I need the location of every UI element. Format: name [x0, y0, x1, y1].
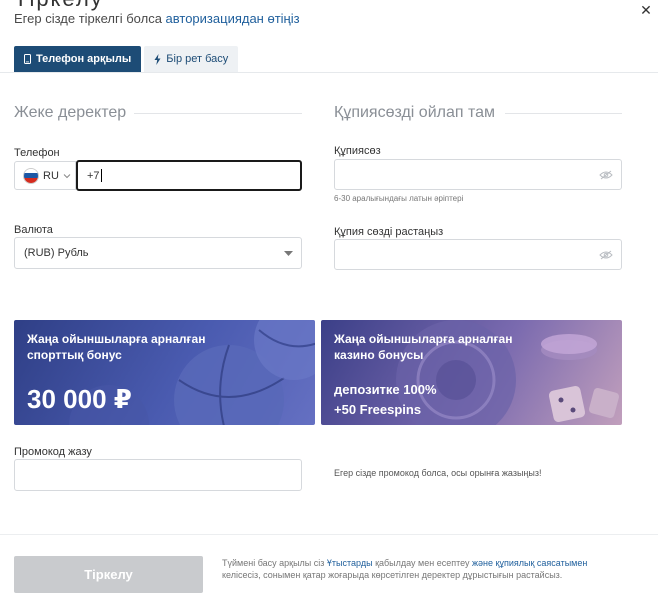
personal-section-title: Жеке деректер: [14, 104, 127, 121]
tab-by-phone[interactable]: Телефон арқылы: [14, 46, 142, 72]
casino-bonus-title: Жаңа ойыншыларға арналған казино бонусы: [334, 332, 513, 362]
text-caret: [100, 169, 102, 182]
login-prompt-text: Егер сізде тіркелгі болса: [14, 11, 166, 26]
phone-input[interactable]: +7: [76, 160, 302, 191]
close-icon[interactable]: ✕: [634, 0, 658, 22]
lightning-icon: [154, 53, 161, 65]
password-input[interactable]: [334, 159, 622, 190]
currency-value: (RUB) Рубль: [24, 247, 89, 259]
terms-part-2: қабылдау мен есептеу: [372, 558, 473, 568]
rules-link[interactable]: Ұтыстарды: [327, 558, 373, 568]
terms-part-3: келісесіз, сонымен қатар жоғарыда көрсет…: [222, 570, 563, 580]
tab-by-phone-label: Телефон арқылы: [36, 53, 132, 65]
casino-bonus-deposit: депозитке 100%: [334, 382, 437, 397]
privacy-policy-link[interactable]: және құпиялық саясатымен: [472, 558, 587, 568]
password-label: Құпиясөз: [334, 145, 381, 157]
phone-label: Телефон: [14, 147, 60, 159]
confirm-password-input[interactable]: [334, 239, 622, 270]
sport-bonus-amount: 30 000 ₽: [27, 384, 132, 414]
country-code-select[interactable]: RU: [14, 161, 76, 190]
registration-tabs: Телефон арқылы Бір рет басу: [14, 46, 239, 72]
dropdown-arrow-icon: [284, 251, 293, 256]
terms-text: Түймені басу арқылы сіз Ұтыстарды қабылд…: [222, 557, 622, 581]
casino-bonus-offer: депозитке 100% +50 Freespins: [334, 380, 437, 420]
casino-bonus-card[interactable]: Жаңа ойыншыларға арналған казино бонусы …: [321, 320, 622, 425]
promo-code-input[interactable]: [14, 459, 302, 491]
eye-hidden-icon[interactable]: [599, 250, 613, 260]
login-prompt: Егер сізде тіркелгі болса авторизациядан…: [14, 11, 300, 26]
register-button[interactable]: Тіркелу: [14, 556, 203, 593]
password-section-title: Құпиясөзді ойлап там: [334, 104, 496, 121]
promo-code-hint: Егер сізде промокод болса, осы орынға жа…: [334, 468, 542, 478]
eye-hidden-icon[interactable]: [599, 170, 613, 180]
password-hint: 6-30 аралығындағы латын әріптері: [334, 194, 464, 203]
confirm-password-label: Құпия сөзді растаңыз: [334, 226, 444, 238]
chevron-down-icon: [63, 173, 71, 178]
modal-header: Тіркелу ✕ Егер сізде тіркелгі болса авто…: [0, 0, 658, 72]
password-section-divider: [505, 113, 622, 114]
currency-select[interactable]: (RUB) Рубль: [14, 237, 302, 269]
personal-section-divider: [134, 113, 302, 114]
country-code: RU: [43, 169, 59, 182]
phone-icon: [24, 54, 31, 64]
sport-bonus-title: Жаңа ойыншыларға арналған спорттық бонус: [27, 332, 206, 362]
currency-label: Валюта: [14, 224, 53, 236]
tab-one-click-label: Бір рет басу: [166, 53, 229, 65]
terms-part-1: Түймені басу арқылы сіз: [222, 558, 327, 568]
login-link[interactable]: авторизациядан өтіңіз: [166, 11, 300, 26]
tabs-divider: [0, 72, 658, 73]
promo-code-label: Промокод жазу: [14, 446, 92, 458]
russia-flag-icon: [23, 167, 39, 184]
tab-one-click[interactable]: Бір рет басу: [144, 46, 239, 72]
footer-divider: [0, 534, 658, 535]
sport-bonus-card[interactable]: Жаңа ойыншыларға арналған спорттық бонус…: [14, 320, 315, 425]
phone-value: +7: [87, 169, 100, 182]
casino-bonus-freespins: +50 Freespins: [334, 402, 422, 417]
